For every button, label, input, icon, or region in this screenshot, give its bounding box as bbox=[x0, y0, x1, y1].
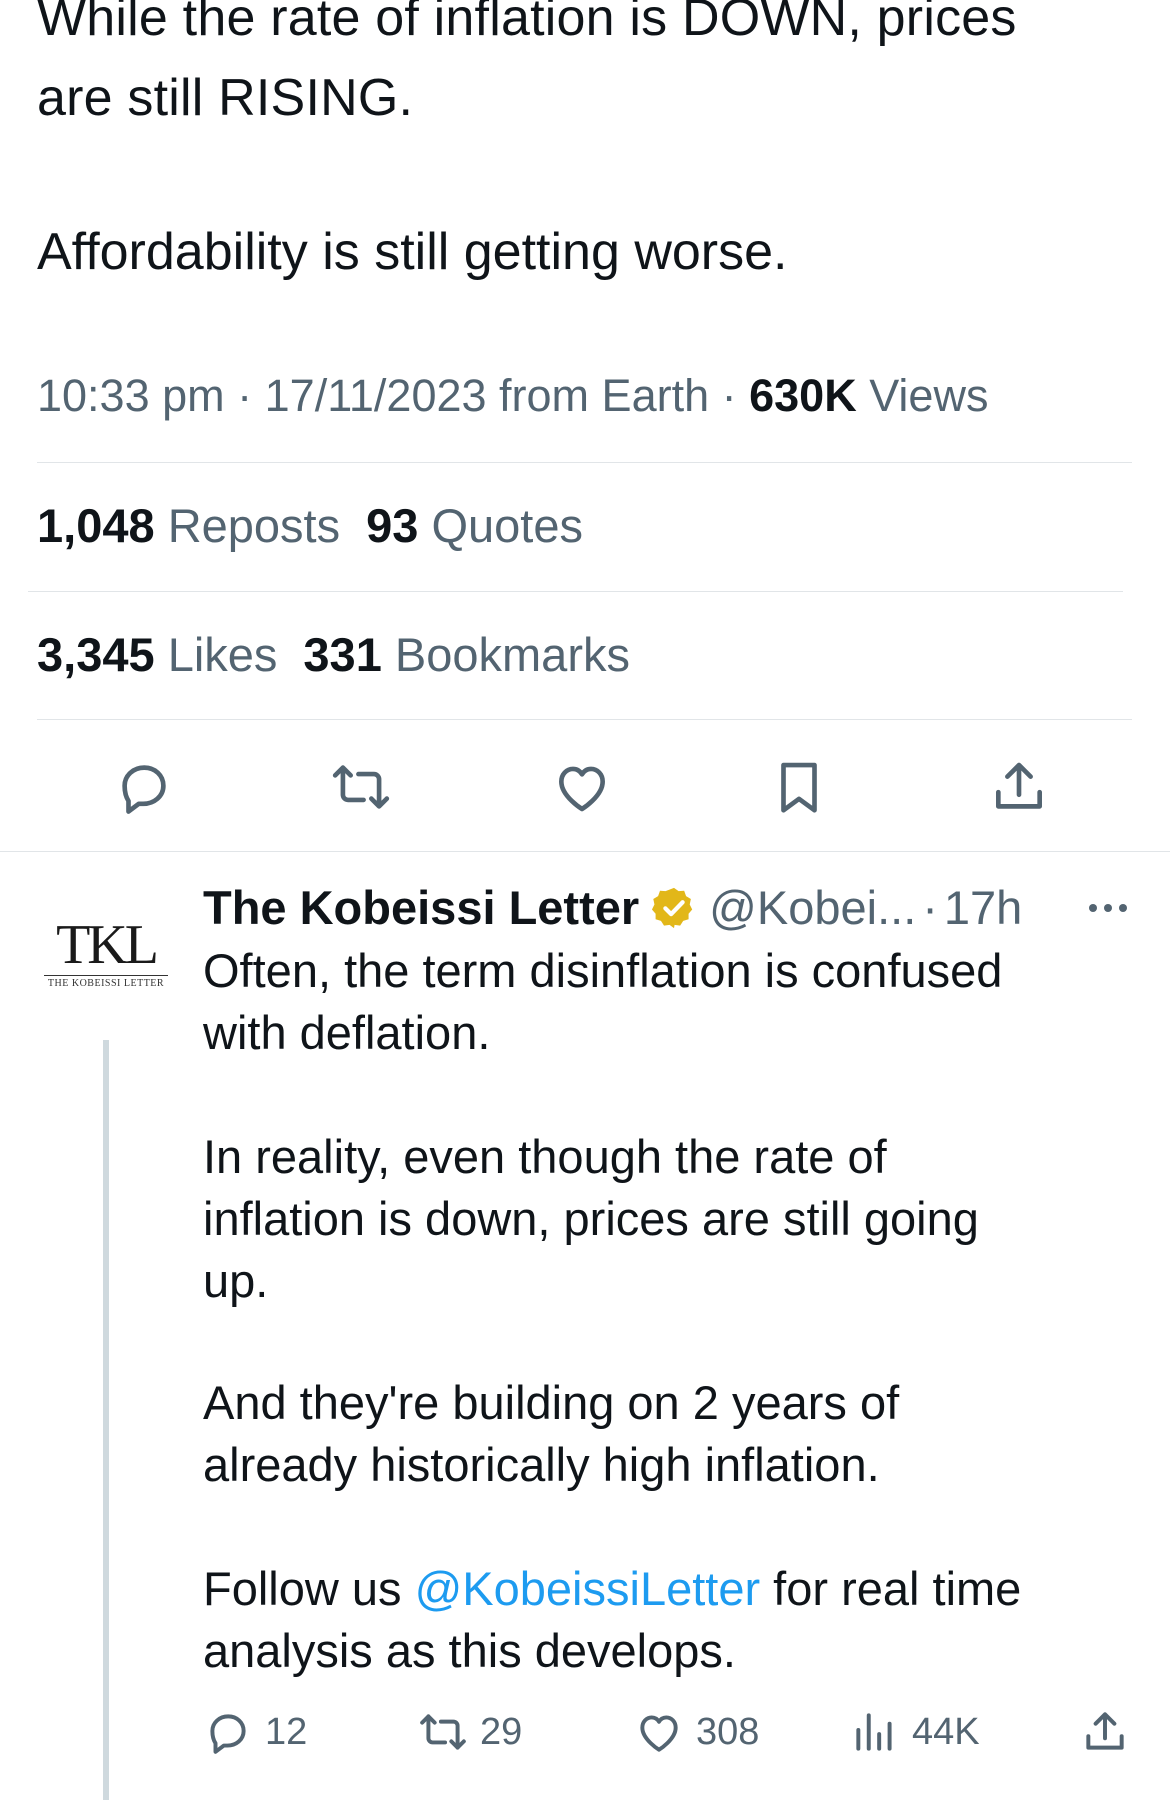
reply-header: The Kobeissi Letter @Kobei... · 17h bbox=[203, 880, 1022, 935]
reply-views-count: 44K bbox=[912, 1710, 980, 1753]
reply-replies-count: 12 bbox=[265, 1710, 308, 1753]
tweet-date[interactable]: 17/11/2023 bbox=[265, 370, 487, 421]
verified-badge-icon bbox=[652, 887, 693, 928]
avatar[interactable]: TKL THE KOBEISSI LETTER bbox=[36, 917, 176, 997]
divider bbox=[37, 719, 1132, 720]
tweet-text-line-1: While the rate of inflation is DOWN, pri… bbox=[37, 0, 1017, 47]
reply-paragraph-3: And they're building on 2 years of alrea… bbox=[203, 1376, 900, 1491]
tweet-meta: 10:33 pm · 17/11/2023 from Earth · 630K … bbox=[37, 370, 989, 421]
mention-link[interactable]: @KobeissiLetter bbox=[415, 1562, 761, 1615]
quotes-count: 93 bbox=[366, 499, 419, 552]
reply-icon bbox=[210, 1714, 246, 1754]
reply-reposts-count: 29 bbox=[480, 1710, 523, 1753]
reply-share-button[interactable] bbox=[1080, 1707, 1142, 1757]
reply-paragraph-2: In reality, even though the rate of infl… bbox=[203, 1130, 979, 1307]
reply-paragraph-4: Follow us @KobeissiLetter for real time … bbox=[203, 1558, 1123, 1682]
bookmarks-label: Bookmarks bbox=[394, 628, 630, 681]
like-icon[interactable] bbox=[551, 756, 613, 818]
bookmarks-stat[interactable]: 331 Bookmarks bbox=[303, 628, 630, 681]
divider bbox=[0, 851, 1170, 852]
quotes-label: Quotes bbox=[431, 499, 583, 552]
avatar-monogram: TKL bbox=[56, 914, 159, 976]
tweet-views-label: Views bbox=[869, 370, 989, 421]
stats-row-likes: 3,345 Likes 331 Bookmarks bbox=[37, 627, 630, 682]
like-icon bbox=[640, 1715, 678, 1752]
reply-age[interactable]: 17h bbox=[944, 880, 1022, 935]
reposts-stat[interactable]: 1,048 Reposts bbox=[37, 499, 340, 552]
stats-row-reposts: 1,048 Reposts 93 Quotes bbox=[37, 498, 583, 553]
divider bbox=[28, 591, 1123, 592]
author-name[interactable]: The Kobeissi Letter bbox=[203, 880, 639, 935]
reply-paragraph-1: Often, the term disinflation is confused… bbox=[203, 944, 1003, 1059]
tweet-text-line-3: Affordability is still getting worse. bbox=[37, 223, 788, 281]
repost-icon[interactable] bbox=[330, 756, 392, 818]
avatar-subtitle: THE KOBEISSI LETTER bbox=[44, 975, 168, 989]
reposts-label: Reposts bbox=[167, 499, 341, 552]
repost-icon bbox=[420, 1714, 466, 1750]
reply-like-button[interactable]: 308 bbox=[634, 1707, 759, 1757]
tweet-time[interactable]: 10:33 pm bbox=[37, 370, 225, 421]
reply-views-button[interactable]: 44K bbox=[850, 1707, 980, 1757]
author-handle[interactable]: @Kobei... bbox=[709, 880, 916, 935]
likes-stat[interactable]: 3,345 Likes bbox=[37, 628, 277, 681]
quotes-stat[interactable]: 93 Quotes bbox=[366, 499, 583, 552]
bookmarks-count: 331 bbox=[303, 628, 382, 681]
views-icon bbox=[856, 1713, 892, 1751]
thread-line bbox=[103, 1040, 109, 1800]
share-icon bbox=[1086, 1712, 1124, 1750]
reply-follow-text: Follow us bbox=[203, 1562, 415, 1615]
likes-count: 3,345 bbox=[37, 628, 155, 681]
header-separator: · bbox=[922, 881, 938, 934]
tweet-views-count: 630K bbox=[749, 370, 857, 421]
tweet-text: While the rate of inflation is DOWN, pri… bbox=[37, 0, 1137, 138]
divider bbox=[37, 462, 1132, 463]
reply-icon[interactable] bbox=[113, 756, 175, 818]
reply-reply-button[interactable]: 12 bbox=[203, 1707, 307, 1757]
tweet-text-line-2: are still RISING. bbox=[37, 69, 414, 127]
bookmark-icon[interactable] bbox=[768, 756, 830, 818]
likes-label: Likes bbox=[167, 628, 278, 681]
reply-likes-count: 308 bbox=[696, 1710, 760, 1753]
tweet-source: from Earth bbox=[499, 370, 710, 421]
more-options-icon[interactable] bbox=[1083, 888, 1133, 928]
reply-text: Often, the term disinflation is confused… bbox=[203, 940, 1123, 1064]
share-icon[interactable] bbox=[988, 756, 1050, 818]
reply-repost-button[interactable]: 29 bbox=[418, 1707, 522, 1757]
reposts-count: 1,048 bbox=[37, 499, 155, 552]
